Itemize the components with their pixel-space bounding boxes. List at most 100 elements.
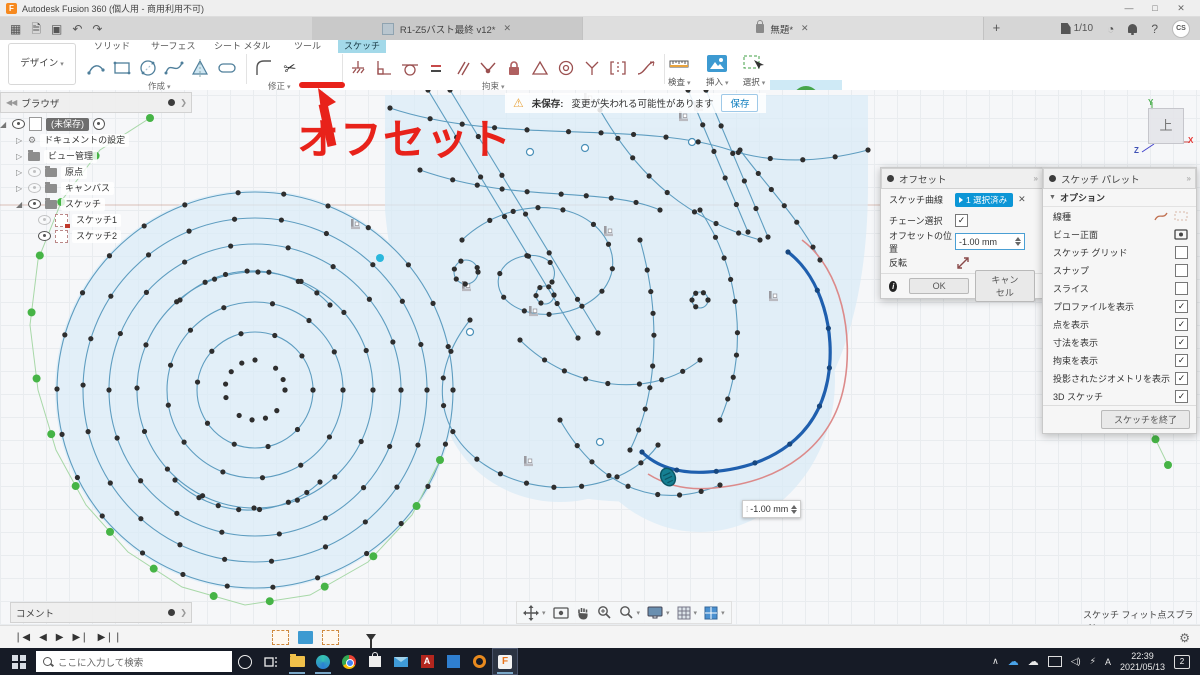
timeline-sketch-feature[interactable]: [322, 630, 340, 645]
volume-icon[interactable]: ◁): [1071, 656, 1081, 667]
lock-constraint-icon[interactable]: [502, 56, 526, 80]
cloud-icon[interactable]: ☁: [1028, 655, 1039, 668]
ok-button[interactable]: OK: [909, 278, 969, 294]
panel-dot-icon[interactable]: [168, 99, 176, 106]
expand-icon[interactable]: ▷: [16, 168, 24, 177]
workspace-selector[interactable]: デザイン: [8, 43, 76, 85]
perpendicular-constraint-icon[interactable]: [372, 56, 396, 80]
cortana-button[interactable]: [233, 649, 257, 674]
usb-icon[interactable]: ⚡: [1090, 656, 1096, 667]
expanded-icon[interactable]: ◢: [0, 120, 8, 129]
curve-selection-chip[interactable]: 1 選択済み: [955, 192, 1014, 207]
grid-checkbox[interactable]: [1175, 245, 1188, 259]
notification-bell-icon[interactable]: [1128, 24, 1138, 35]
fit-icon[interactable]: [619, 605, 641, 620]
drag-handle[interactable]: ⁞: [746, 505, 748, 514]
mail-icon[interactable]: [389, 649, 413, 674]
look-at-icon[interactable]: [552, 606, 569, 620]
go-to-end-icon[interactable]: ▶❘❘: [98, 632, 122, 643]
sketch-3d-checkbox[interactable]: [1175, 389, 1188, 403]
trim-tool-icon[interactable]: ✂: [275, 53, 304, 82]
start-button[interactable]: [12, 654, 26, 669]
tray-chevron-icon[interactable]: ∧: [992, 656, 999, 667]
undock-icon[interactable]: »: [1034, 174, 1039, 183]
browser-header[interactable]: ◀◀ ブラウザ ❯: [0, 92, 192, 113]
close-button[interactable]: ✕: [1168, 0, 1194, 16]
palette-header[interactable]: スケッチ パレット »: [1043, 168, 1196, 189]
edge-icon[interactable]: [311, 649, 335, 674]
music-app-icon[interactable]: [467, 649, 491, 674]
browser-row-canvases[interactable]: ▷ キャンバス: [0, 180, 192, 196]
task-view-button[interactable]: [259, 649, 283, 674]
line-tool-icon[interactable]: [84, 56, 108, 80]
fix-constraint-icon[interactable]: [346, 56, 370, 80]
user-avatar[interactable]: CS: [1172, 19, 1190, 38]
construction-style-icon[interactable]: [1174, 210, 1188, 222]
curvature-constraint-icon[interactable]: [580, 56, 604, 80]
highlighted-point[interactable]: [376, 254, 384, 262]
show-dimensions-checkbox[interactable]: [1175, 335, 1188, 349]
display-settings-icon[interactable]: [647, 606, 670, 620]
close-icon[interactable]: ✕: [501, 23, 513, 34]
expand-icon[interactable]: ▷: [16, 136, 24, 145]
store-icon[interactable]: [363, 649, 387, 674]
help-icon[interactable]: ?: [1151, 22, 1158, 36]
viewcube-top-face[interactable]: 上: [1148, 108, 1184, 144]
clear-selection-icon[interactable]: ✕: [1018, 194, 1026, 205]
acrobat-icon[interactable]: A: [415, 649, 439, 674]
select-button[interactable]: 選択: [742, 54, 766, 88]
inspect-button[interactable]: 検査: [668, 54, 691, 88]
expand-icon[interactable]: ▷: [16, 184, 24, 193]
ribbon-tab-sketch[interactable]: スケッチ: [338, 40, 387, 53]
parallel-constraint-icon[interactable]: [450, 56, 474, 80]
save-icon[interactable]: ▣: [51, 18, 62, 40]
snap-checkbox[interactable]: [1175, 263, 1188, 277]
panel-dot-icon[interactable]: [168, 609, 176, 616]
visibility-eye-icon[interactable]: [38, 231, 51, 241]
mirror-tool-icon[interactable]: [188, 56, 212, 80]
offset-distance-input[interactable]: -1.00 mm: [955, 233, 1025, 250]
zoom-icon[interactable]: [597, 605, 612, 620]
timeline-playhead[interactable]: [366, 634, 377, 655]
photos-icon[interactable]: [441, 649, 465, 674]
activate-radio[interactable]: [93, 118, 105, 130]
insert-button[interactable]: 挿入: [706, 54, 729, 88]
browser-row-docsettings[interactable]: ▷ ⚙ ドキュメントの設定: [0, 132, 192, 148]
doc-tab-untitled[interactable]: 無題* ✕: [583, 17, 985, 40]
chain-checkbox[interactable]: [955, 214, 968, 227]
offset-dialog-header[interactable]: オフセット »: [881, 168, 1043, 189]
browser-row-sketches[interactable]: ◢ スケッチ: [0, 196, 192, 212]
clock-date[interactable]: 22:39 2021/05/13: [1120, 651, 1165, 673]
file-menu-icon[interactable]: 🗎: [31, 18, 41, 40]
minimize-button[interactable]: —: [1116, 0, 1142, 16]
show-profile-checkbox[interactable]: [1175, 299, 1188, 313]
browser-row-sketch1[interactable]: スケッチ1: [0, 212, 192, 228]
flip-icon[interactable]: [955, 255, 971, 271]
save-button[interactable]: 保存: [721, 94, 759, 112]
grid-settings-icon[interactable]: [677, 606, 698, 620]
undo-icon[interactable]: ↶: [72, 18, 82, 40]
show-projected-checkbox[interactable]: [1175, 371, 1188, 385]
browser-row-sketch2[interactable]: スケッチ2: [0, 228, 192, 244]
viewcube[interactable]: 上 Y Z X: [1132, 98, 1194, 156]
redo-icon[interactable]: ↷: [92, 18, 102, 40]
job-status-badge[interactable]: 1/10: [1060, 23, 1093, 34]
info-icon[interactable]: i: [889, 280, 898, 292]
browser-row-origin[interactable]: ▷ 原点: [0, 164, 192, 180]
concentric-constraint-icon[interactable]: [554, 56, 578, 80]
display-tray-icon[interactable]: [1047, 656, 1062, 667]
app-menu-icon[interactable]: ▦: [10, 18, 21, 40]
timeline-sketch-feature[interactable]: [272, 630, 290, 645]
ribbon-tab-solid[interactable]: ソリッド: [88, 40, 136, 53]
ribbon-tab-surface[interactable]: サーフェス: [145, 40, 201, 53]
maximize-button[interactable]: □: [1142, 0, 1168, 16]
doc-tab-r1z5[interactable]: R1-Z5バスト最終 v12* ✕: [312, 17, 584, 40]
spinner[interactable]: [1015, 237, 1021, 246]
slice-checkbox[interactable]: [1175, 281, 1188, 295]
visibility-eye-off-icon[interactable]: [38, 215, 51, 225]
equal-constraint-icon[interactable]: [424, 56, 448, 80]
play-icon[interactable]: ▶: [56, 632, 64, 643]
rectangle-tool-icon[interactable]: [110, 56, 134, 80]
resize-icon[interactable]: ❯: [180, 98, 187, 107]
tangent-constraint-icon[interactable]: [398, 56, 422, 80]
